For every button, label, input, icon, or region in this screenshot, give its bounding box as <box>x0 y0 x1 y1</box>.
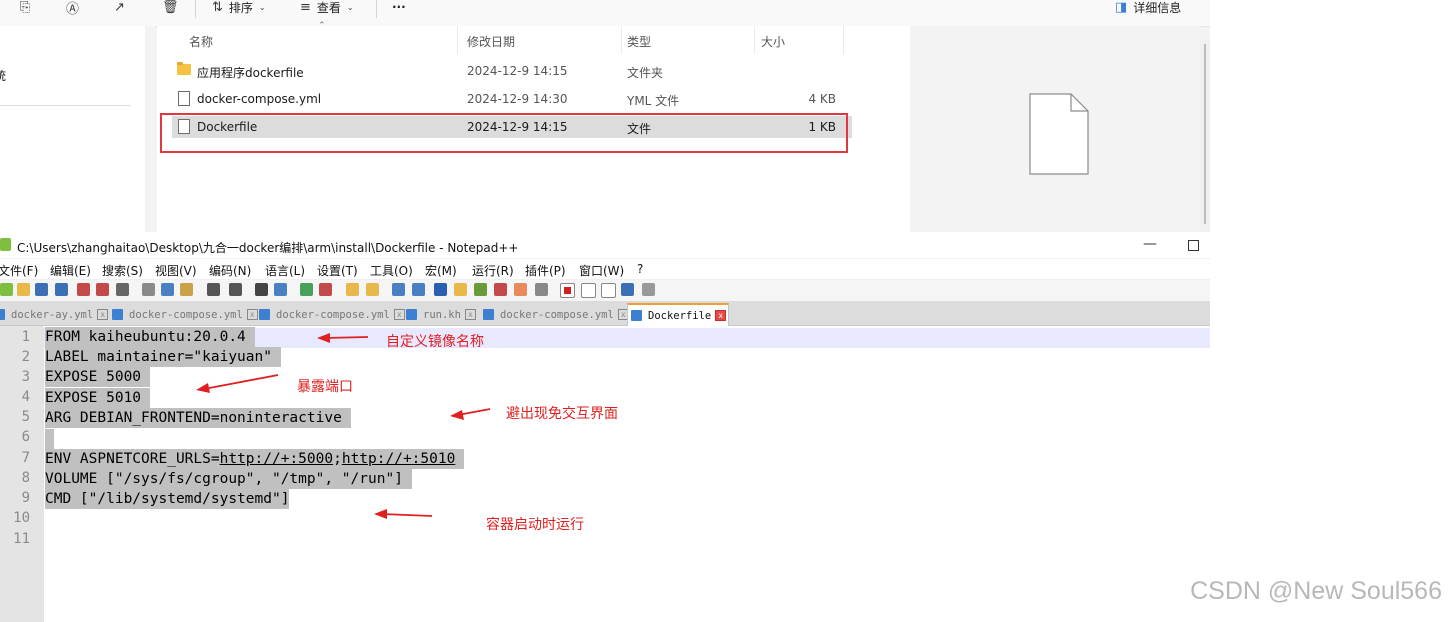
annotation-expose-ports: 暴露端口 <box>297 379 353 395</box>
annotation-arrows <box>196 333 491 519</box>
annotation-startup-cmd: 容器启动时运行 <box>486 517 584 533</box>
csdn-watermark: CSDN @New Soul566 <box>1190 577 1442 605</box>
annotation-image-name: 自定义镜像名称 <box>386 334 484 350</box>
annotation-noninteractive: 避出现免交互界面 <box>506 406 618 422</box>
